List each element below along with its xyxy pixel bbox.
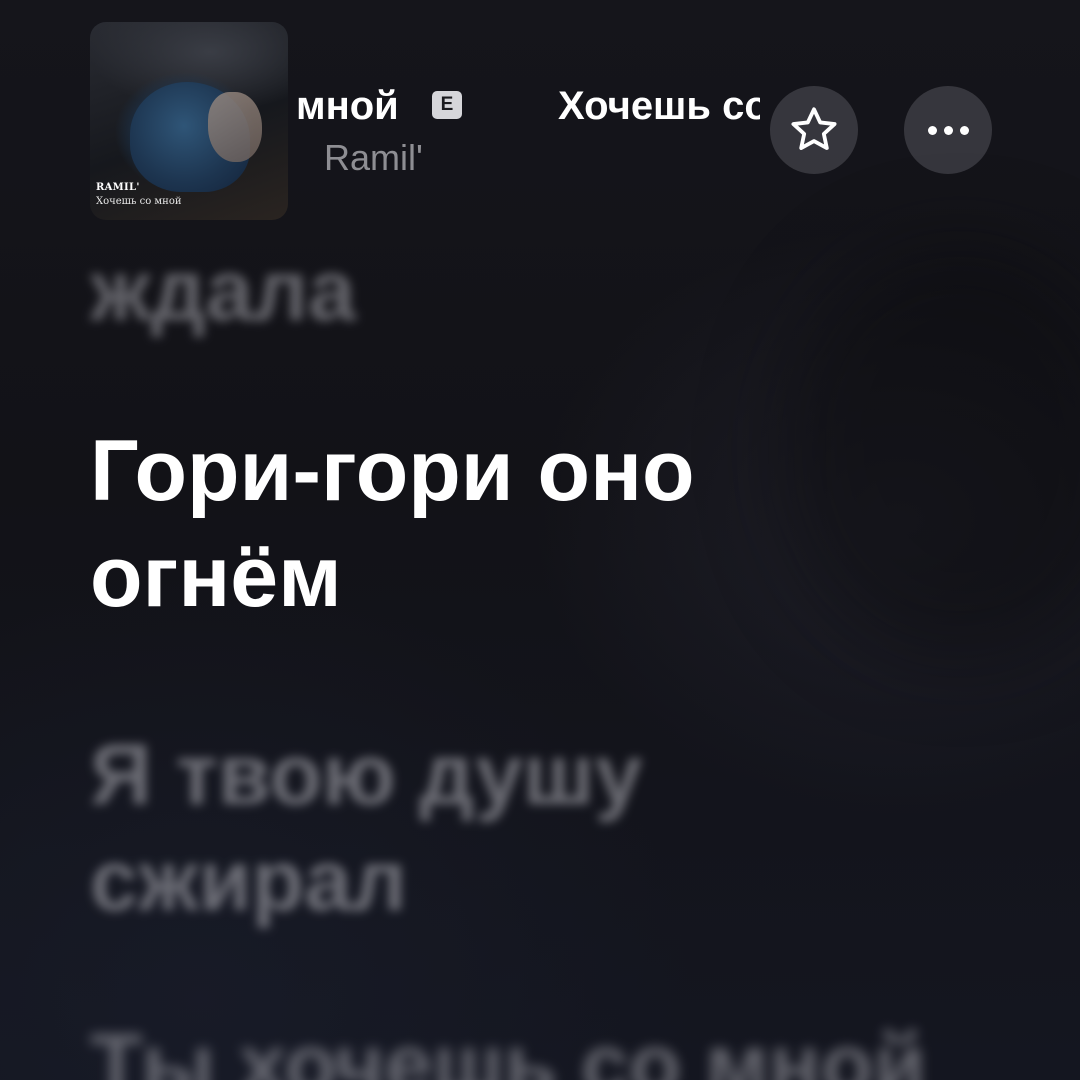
lyric-line-upcoming[interactable]: Ты хочешь со мной	[90, 1012, 990, 1080]
lyric-line-previous[interactable]: ждала	[90, 238, 990, 344]
cover-artist-text: RAMIL'	[96, 182, 140, 193]
lyrics-screen: RAMIL' Хочешь со мной мной E Хочешь со м…	[0, 0, 1080, 1080]
album-cover[interactable]: RAMIL' Хочешь со мной	[90, 22, 288, 220]
ellipsis-icon	[927, 125, 969, 135]
more-button[interactable]	[904, 86, 992, 174]
song-title[interactable]: мной	[296, 82, 399, 130]
favorite-button[interactable]	[770, 86, 858, 174]
lyric-line-current[interactable]: Гори-гори оно огнём	[90, 418, 990, 630]
artist-name[interactable]: Ramil'	[324, 136, 423, 180]
lyric-line-next[interactable]: Я твою душу сжирал	[90, 722, 990, 934]
star-outline-icon	[791, 107, 837, 150]
song-title-marquee[interactable]: Хочешь со мной	[558, 82, 760, 130]
cover-hand	[208, 92, 262, 162]
cover-title-text: Хочешь со мной	[96, 196, 182, 207]
explicit-badge: E	[432, 91, 462, 119]
